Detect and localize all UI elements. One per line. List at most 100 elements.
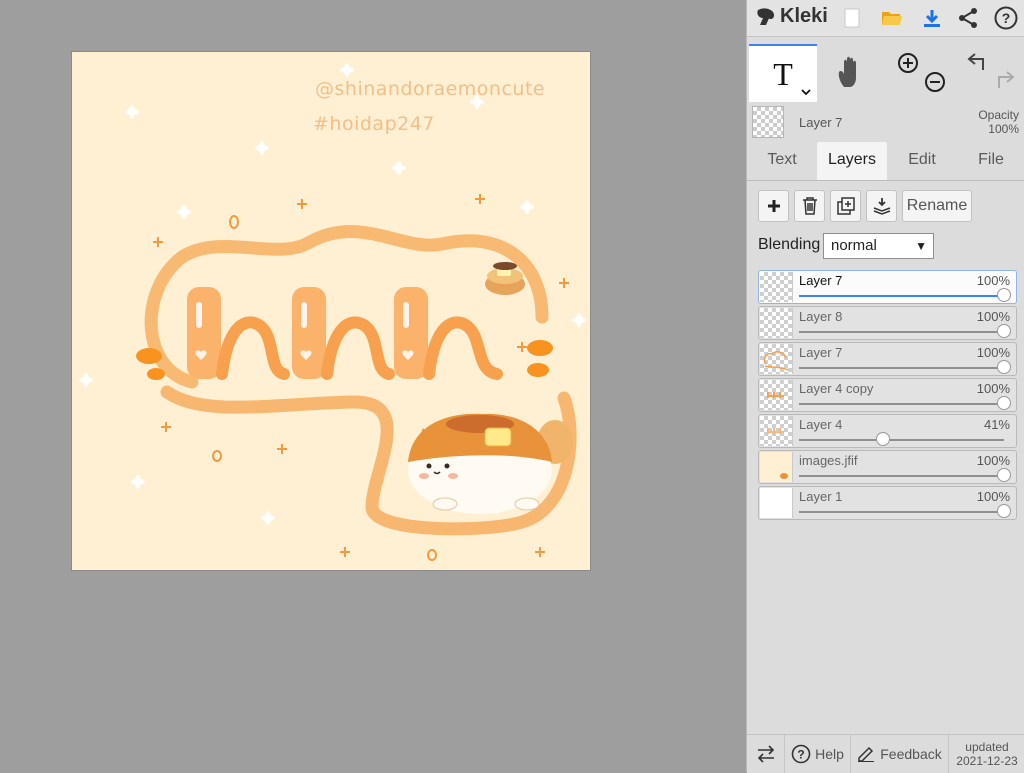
layer-name: Layer 4 copy [799,381,874,396]
blending-label: Blending [758,236,821,253]
add-layer-button[interactable] [758,190,789,222]
layer-opacity: 100% [976,273,1010,288]
open-folder-icon[interactable] [879,5,905,31]
help-label: Help [815,746,844,762]
canvas-hashtag-text: #hoidap247 [313,113,435,135]
download-icon[interactable] [919,5,945,31]
tab-file[interactable]: File [957,142,1024,180]
chevron-down-icon[interactable] [801,89,811,96]
merge-down-icon [873,198,890,215]
feedback-pen-icon [858,746,875,762]
drawing-canvas[interactable]: @shinandoraemoncute #hoidap247 [72,52,590,570]
svg-text:?: ? [797,748,804,762]
panel-tabs: Text Layers Edit File [747,142,1024,181]
current-layer-thumbnail [752,106,784,138]
layer-item[interactable]: Layer 7 100% [758,270,1017,304]
current-layer-info: Layer 7 Opacity 100% [747,102,1024,142]
layer-item[interactable]: Layer 4 41% [758,414,1017,448]
canvas-handle-text: @shinandoraemoncute [315,78,546,100]
zoom-out-icon[interactable] [924,71,946,93]
blending-mode-value: normal [831,237,877,254]
feedback-label: Feedback [880,746,942,762]
layer-thumbnail [760,488,793,518]
layer-opacity-slider[interactable] [799,288,1011,302]
merge-down-button[interactable] [866,190,897,222]
layer-opacity-slider[interactable] [799,360,1011,374]
rename-layer-button[interactable]: Rename [902,190,972,222]
slider-knob[interactable] [997,504,1011,518]
new-file-icon[interactable] [839,5,865,31]
share-icon[interactable] [955,5,981,31]
layer-name: Layer 4 [799,417,843,432]
kleki-logo[interactable]: Kleki [755,5,828,28]
tool-row: T [747,44,1024,102]
updated-label: updated [965,740,1009,754]
tab-text[interactable]: Text [747,142,817,180]
layer-thumbnail [760,452,793,482]
canvas-workspace[interactable]: @shinandoraemoncute #hoidap247 [0,0,746,772]
current-layer-name: Layer 7 [799,115,843,130]
redo-icon[interactable] [993,70,1015,90]
help-button[interactable]: ? Help [785,735,851,773]
help-icon[interactable]: ? [993,5,1019,31]
current-layer-opacity[interactable]: Opacity 100% [978,108,1019,136]
kleki-logo-icon [757,7,775,25]
layer-opacity-slider[interactable] [799,468,1011,482]
layer-opacity-slider[interactable] [799,432,1004,446]
svg-text:?: ? [1002,10,1011,26]
tab-layers[interactable]: Layers [817,142,887,180]
swap-arrows-icon [757,745,774,763]
layer-opacity: 100% [976,489,1010,504]
blending-mode-select[interactable]: normal ▼ [823,233,934,259]
zoom-buttons [887,44,955,102]
layer-opacity-slider[interactable] [799,504,1011,518]
feedback-button[interactable]: Feedback [851,735,949,773]
layer-name: Layer 7 [799,345,843,360]
zoom-in-icon[interactable] [897,52,919,74]
layer-thumbnail [760,308,793,338]
layer-opacity-slider[interactable] [799,324,1011,338]
updated-info: updated 2021-12-23 [949,735,1024,773]
slider-knob[interactable] [876,432,891,446]
slider-knob[interactable] [997,324,1011,338]
hand-tool-button[interactable] [817,44,885,102]
tab-edit[interactable]: Edit [887,142,957,180]
layer-name: Layer 1 [799,489,843,504]
layer-item[interactable]: Layer 1 100% [758,486,1017,520]
layer-item[interactable]: Layer 4 copy 100% [758,378,1017,412]
delete-layer-button[interactable] [794,190,825,222]
duplicate-layer-button[interactable] [830,190,861,222]
undo-redo-buttons [955,44,1023,102]
sidebar-panel: Kleki ? T Layer 7 Opacity 100% Text Laye… [746,0,1024,773]
layer-item[interactable]: Layer 8 100% [758,306,1017,340]
layer-opacity: 100% [976,381,1010,396]
swap-side-button[interactable] [747,735,785,773]
opacity-label: Opacity [978,108,1019,122]
updated-date: 2021-12-23 [956,754,1018,768]
help-circle-icon: ? [791,744,811,764]
layer-item[interactable]: Layer 7 100% [758,342,1017,376]
chevron-down-icon: ▼ [915,239,927,253]
duplicate-icon [836,197,855,215]
text-tool-button[interactable]: T [749,44,817,102]
layer-thumbnail [760,380,793,410]
hand-tool-icon [838,56,856,87]
layer-opacity: 100% [976,309,1010,324]
layer-opacity: 100% [976,345,1010,360]
layer-item[interactable]: images.jfif 100% [758,450,1017,484]
app-name: Kleki [780,5,828,27]
layer-name: Layer 8 [799,309,843,324]
slider-knob[interactable] [997,396,1011,410]
undo-icon[interactable] [967,52,989,72]
layer-thumbnail [760,416,793,446]
layer-opacity-slider[interactable] [799,396,1011,410]
layer-thumbnail [760,272,793,302]
text-tool-icon: T [773,55,793,92]
trash-icon [802,197,817,215]
layer-thumbnail [760,344,793,374]
layer-opacity: 41% [983,417,1010,432]
plus-icon [767,200,780,212]
slider-knob[interactable] [997,468,1011,482]
slider-knob[interactable] [997,360,1011,374]
slider-knob[interactable] [997,288,1011,302]
